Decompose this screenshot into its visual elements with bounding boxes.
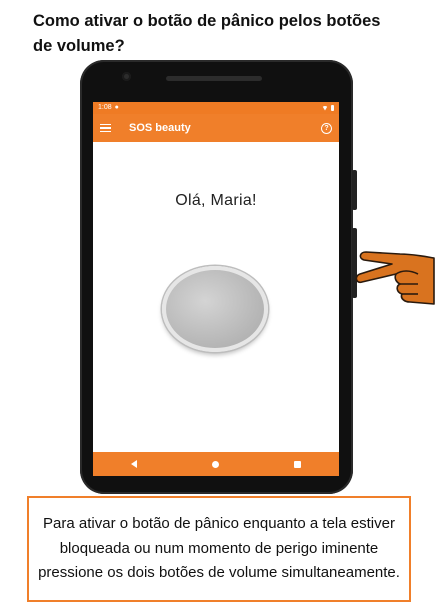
status-bar: 1:08 ● — [93, 102, 339, 114]
page-title: Como ativar o botão de pânico pelos botõ… — [33, 12, 381, 55]
status-time: 1:08 — [98, 104, 112, 111]
help-icon[interactable]: ? — [321, 122, 332, 134]
menu-icon[interactable] — [100, 123, 111, 133]
phone-screen: 1:08 ● SOS beauty ? Olá, Maria! — [93, 102, 339, 476]
peace-hand-icon — [355, 251, 435, 305]
back-icon[interactable] — [130, 460, 137, 468]
notification-icon: ● — [114, 104, 119, 111]
recent-apps-icon[interactable] — [294, 460, 302, 468]
app-bar: SOS beauty ? — [93, 114, 339, 142]
power-button — [352, 170, 357, 210]
app-title: SOS beauty — [129, 122, 191, 134]
front-camera — [122, 72, 131, 81]
battery-icon — [331, 105, 334, 111]
wifi-icon — [322, 105, 328, 111]
home-icon[interactable] — [211, 460, 219, 468]
phone-speaker — [166, 76, 262, 81]
instruction-box: Para ativar o botão de pânico enquanto a… — [27, 496, 411, 602]
panic-button[interactable] — [162, 266, 268, 352]
navigation-bar — [93, 452, 339, 476]
phone-mockup: 1:08 ● SOS beauty ? Olá, Maria! — [80, 60, 357, 494]
instruction-text: Para ativar o botão de pânico enquanto a… — [38, 515, 400, 582]
greeting-text: Olá, Maria! — [175, 192, 257, 209]
